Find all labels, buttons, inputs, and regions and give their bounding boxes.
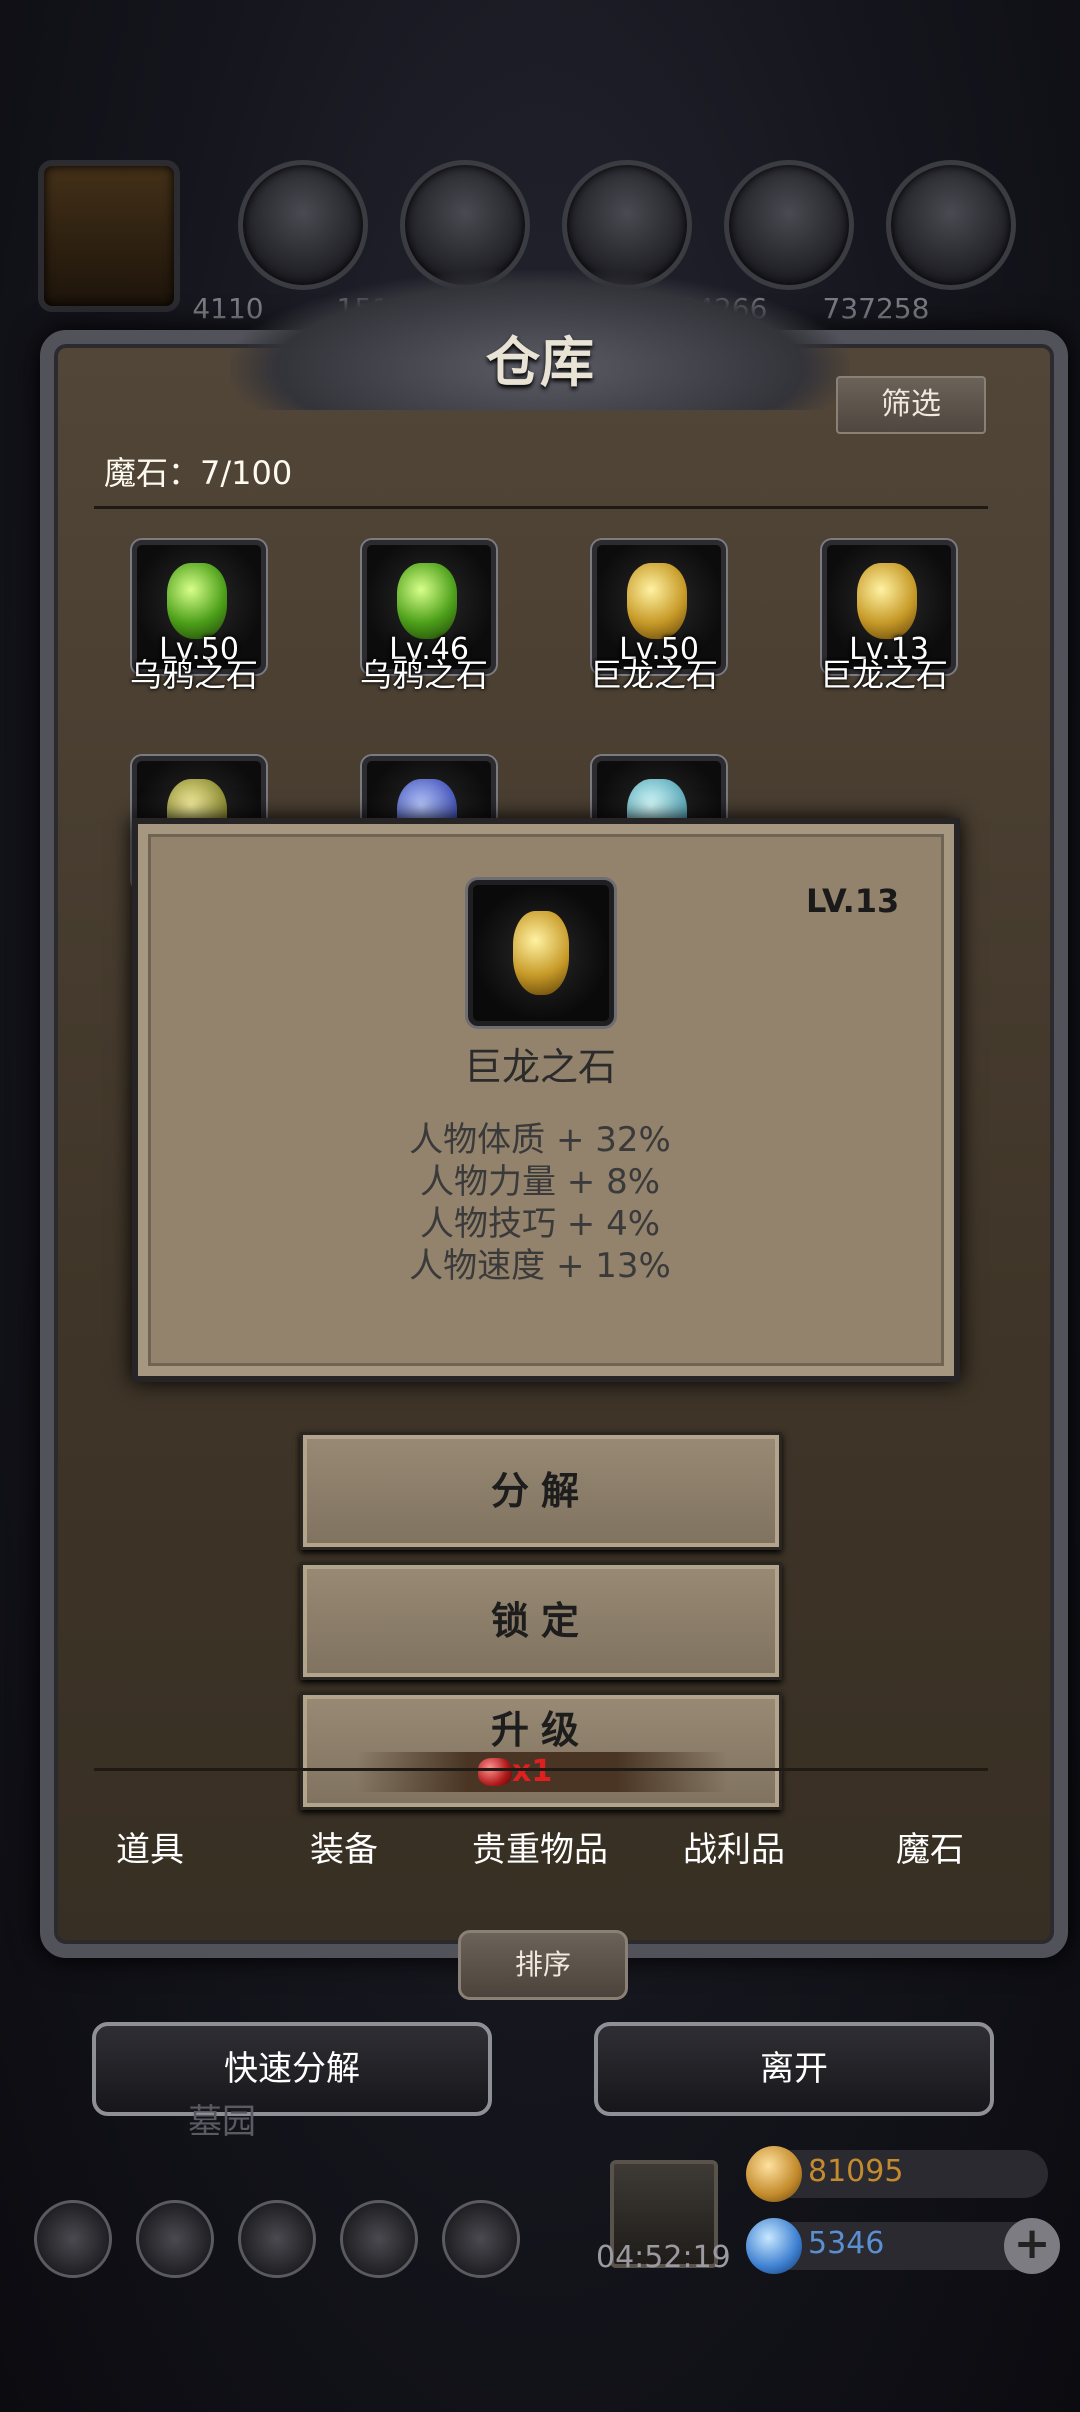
tab-equipment[interactable]: 装备 xyxy=(254,1822,434,1871)
popup-level: LV.13 xyxy=(806,882,900,920)
star-icon[interactable] xyxy=(136,2200,214,2278)
tab-items[interactable]: 道具 xyxy=(60,1822,240,1871)
raven-stone-icon xyxy=(167,563,227,639)
helmet-icon[interactable] xyxy=(38,160,180,312)
divider xyxy=(94,506,988,509)
gold-amount: 81095 xyxy=(808,2154,904,2189)
item-name: 乌鸦之石 xyxy=(359,656,488,694)
upgrade-cost: x1 xyxy=(512,1754,553,1789)
dragon-stone-icon xyxy=(513,911,569,995)
lock-button[interactable]: 锁定 xyxy=(300,1562,782,1680)
dice-icon[interactable] xyxy=(442,2200,520,2278)
item-name: 乌鸦之石 xyxy=(129,656,258,694)
mail-icon[interactable] xyxy=(340,2200,418,2278)
sort-button[interactable]: 排序 xyxy=(458,1930,628,2000)
upgrade-label: 升级 xyxy=(490,1708,591,1752)
tab-magic-stones[interactable]: 魔石 xyxy=(840,1822,1020,1871)
item-name: 巨龙之石 xyxy=(819,656,948,694)
ore-resource-icon xyxy=(886,160,1016,290)
leave-button[interactable]: 离开 xyxy=(594,2022,994,2116)
dragon-stone-icon xyxy=(627,563,687,639)
book-icon[interactable] xyxy=(238,2200,316,2278)
quick-decompose-button[interactable]: 快速分解 xyxy=(92,2022,492,2116)
item-name: 巨龙之石 xyxy=(589,656,718,694)
decompose-button[interactable]: 分解 xyxy=(300,1432,782,1550)
divider xyxy=(94,1768,988,1771)
gold-coin-icon xyxy=(746,2146,802,2202)
add-currency-button[interactable]: + xyxy=(1004,2218,1060,2274)
gem-amount: 5346 xyxy=(808,2226,885,2261)
dragon-stone-icon xyxy=(857,563,917,639)
blue-gem-icon xyxy=(746,2218,802,2274)
item-count-label: 魔石：7/100 xyxy=(104,454,293,492)
settings-icon[interactable] xyxy=(34,2200,112,2278)
tab-valuables[interactable]: 贵重物品 xyxy=(450,1822,630,1871)
popup-item-icon xyxy=(468,880,614,1026)
raven-stone-icon xyxy=(397,563,457,639)
tab-loot[interactable]: 战利品 xyxy=(644,1822,824,1871)
gift-timer: 04:52:19 xyxy=(596,2240,731,2275)
filter-button[interactable]: 筛选 xyxy=(836,376,986,434)
popup-item-name: 巨龙之石 xyxy=(463,1045,616,1089)
upgrade-button[interactable]: 升级 xyxy=(300,1692,782,1810)
stat-line: 人物速度 + 13% xyxy=(409,1246,671,1286)
ruby-icon xyxy=(478,1758,512,1786)
location-label: 墓园 xyxy=(188,2102,256,2142)
